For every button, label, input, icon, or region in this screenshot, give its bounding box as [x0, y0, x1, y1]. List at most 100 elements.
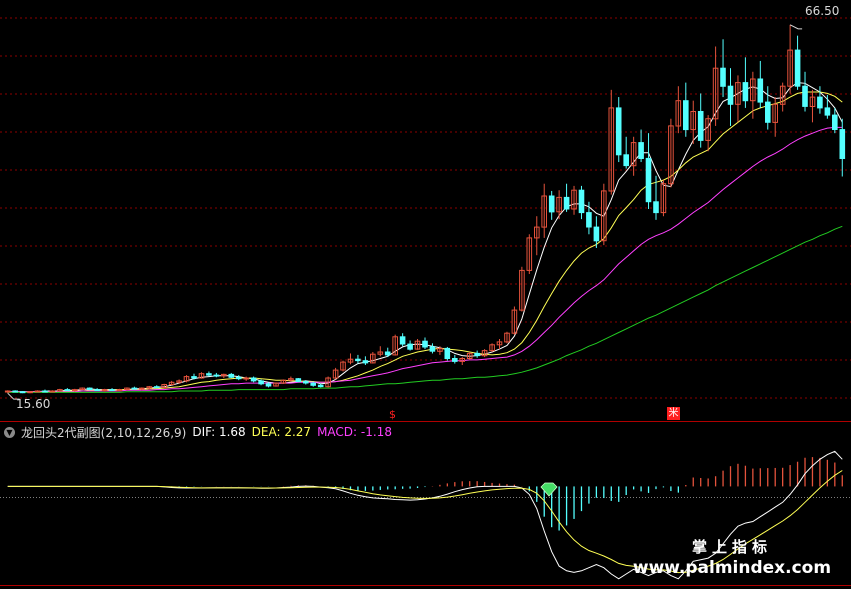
candle-body	[615, 107, 622, 156]
candle	[280, 379, 287, 384]
macd-value: MACD: -1.18	[317, 425, 392, 439]
candle-body	[295, 378, 302, 383]
candle	[571, 185, 577, 215]
diamond-signal-icon	[540, 482, 558, 497]
candle	[273, 382, 279, 387]
ma_long-line	[7, 225, 843, 393]
candle	[638, 129, 644, 163]
candle	[362, 356, 369, 365]
candle	[481, 349, 488, 358]
candle	[444, 346, 451, 361]
candle	[429, 343, 436, 354]
candle	[79, 387, 86, 391]
candle	[250, 376, 257, 383]
candlestick-series	[4, 24, 846, 400]
candle-body	[206, 373, 212, 376]
candle-body	[638, 142, 644, 160]
candle	[563, 183, 570, 212]
candle	[608, 89, 615, 195]
candle	[705, 115, 711, 152]
candle-body	[235, 376, 242, 380]
candle	[86, 387, 93, 391]
candle	[787, 24, 793, 94]
candle-body	[824, 107, 831, 116]
candle-body	[429, 346, 436, 352]
candle	[727, 68, 734, 126]
candle	[213, 372, 220, 378]
candle-body	[384, 351, 391, 356]
candle-body	[444, 347, 451, 359]
indicator-title[interactable]: 龙回头2代副图(2,10,12,26,9)	[21, 424, 186, 441]
candle	[802, 71, 808, 112]
candle	[578, 185, 585, 220]
candle-body	[578, 189, 585, 214]
candle	[556, 190, 562, 220]
candle-body	[802, 85, 808, 107]
candle-body	[243, 377, 249, 380]
candle	[131, 386, 138, 390]
candle-body	[34, 390, 41, 393]
watermark-text: 掌上指标	[691, 538, 772, 556]
candle	[153, 385, 160, 389]
candle	[27, 391, 33, 394]
candle-body	[42, 390, 48, 393]
candle	[332, 367, 339, 380]
candle	[526, 234, 533, 274]
candle	[206, 371, 212, 377]
candle-body	[355, 358, 361, 362]
buy-signal-marker: $	[389, 408, 396, 421]
price-low-label: 15.60	[16, 397, 51, 411]
candle	[489, 343, 495, 352]
candle	[399, 333, 406, 347]
candle	[124, 387, 130, 391]
candle	[697, 93, 704, 148]
candle	[221, 373, 227, 378]
candle-body	[310, 382, 316, 386]
candle-body	[765, 101, 771, 123]
candle	[817, 86, 823, 114]
candle-body	[839, 129, 846, 160]
candle	[422, 337, 428, 350]
indicator-collapse-icon[interactable]: ▼	[4, 426, 15, 438]
candle	[765, 86, 771, 130]
candle	[675, 86, 682, 134]
candle	[459, 357, 465, 365]
candle-body	[832, 114, 838, 130]
candle	[474, 350, 480, 358]
candle	[742, 57, 749, 108]
candle-body	[116, 389, 123, 392]
candle-body	[683, 100, 689, 131]
candle-body	[131, 387, 138, 390]
candle	[809, 89, 816, 123]
candle-body	[474, 352, 480, 357]
candle-body	[250, 377, 257, 382]
candle-body	[191, 376, 197, 379]
candle-body	[258, 380, 264, 385]
candle	[534, 216, 540, 256]
candle	[12, 390, 18, 393]
high-pointer	[789, 24, 803, 30]
candle	[623, 136, 630, 169]
candle	[511, 306, 518, 335]
candle	[235, 375, 242, 381]
candle-body	[407, 343, 413, 350]
dea-value: DEA: 2.27	[251, 425, 312, 439]
candle-body	[697, 111, 704, 141]
candle	[645, 133, 652, 209]
candle-body	[563, 196, 570, 210]
candle-body	[303, 381, 309, 384]
candle-body	[64, 389, 71, 392]
candle	[690, 100, 697, 144]
candle	[94, 388, 100, 392]
candle	[347, 353, 354, 365]
candle	[370, 352, 376, 364]
candle-body	[101, 389, 108, 392]
candle	[496, 339, 503, 350]
candle	[615, 97, 622, 163]
price-high-label: 66.50	[805, 4, 840, 18]
candle	[757, 60, 764, 108]
candle-body	[317, 384, 324, 388]
price-grid	[0, 17, 851, 586]
candle	[340, 360, 346, 372]
candle-body	[94, 389, 100, 392]
